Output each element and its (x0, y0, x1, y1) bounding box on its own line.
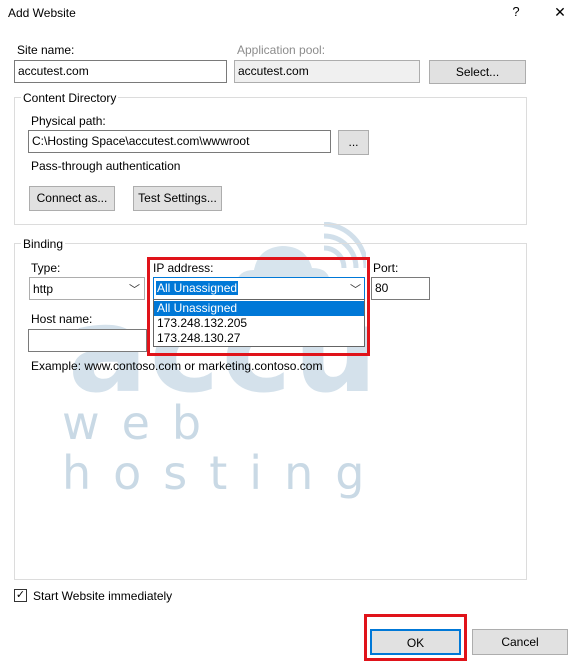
start-website-checkbox[interactable]: ✓ (14, 589, 27, 602)
type-select[interactable]: http ﹀ (29, 277, 145, 300)
site-name-label: Site name: (17, 43, 75, 57)
host-name-example: Example: www.contoso.com or marketing.co… (31, 359, 323, 373)
passthrough-auth-label: Pass-through authentication (31, 159, 181, 173)
connect-as-button[interactable]: Connect as... (29, 186, 115, 211)
test-settings-button[interactable]: Test Settings... (133, 186, 222, 211)
content-directory-title: Content Directory (21, 91, 119, 105)
host-name-input[interactable] (28, 329, 147, 352)
start-website-label: Start Website immediately (33, 589, 173, 603)
type-select-value: http (33, 282, 54, 296)
app-pool-field: accutest.com (234, 60, 420, 83)
host-name-label: Host name: (31, 312, 93, 326)
cancel-button[interactable]: Cancel (472, 629, 568, 655)
highlight-box (364, 614, 467, 661)
close-icon[interactable]: ✕ (551, 4, 569, 21)
window-title: Add Website (8, 6, 76, 20)
chevron-down-icon: ﹀ (129, 284, 140, 296)
binding-title: Binding (21, 237, 66, 251)
physical-path-label: Physical path: (31, 114, 106, 128)
port-input[interactable]: 80 (371, 277, 430, 300)
highlight-box (147, 257, 370, 356)
physical-path-input[interactable]: C:\Hosting Space\accutest.com\wwwroot (28, 130, 331, 153)
host-name-input-edge (369, 329, 370, 352)
browse-path-button[interactable]: ... (338, 130, 369, 155)
help-icon[interactable]: ? (508, 4, 524, 19)
site-name-input[interactable]: accutest.com (14, 60, 227, 83)
type-label: Type: (31, 261, 61, 275)
port-label: Port: (373, 261, 399, 275)
app-pool-label: Application pool: (237, 43, 326, 57)
select-app-pool-button[interactable]: Select... (429, 60, 526, 84)
